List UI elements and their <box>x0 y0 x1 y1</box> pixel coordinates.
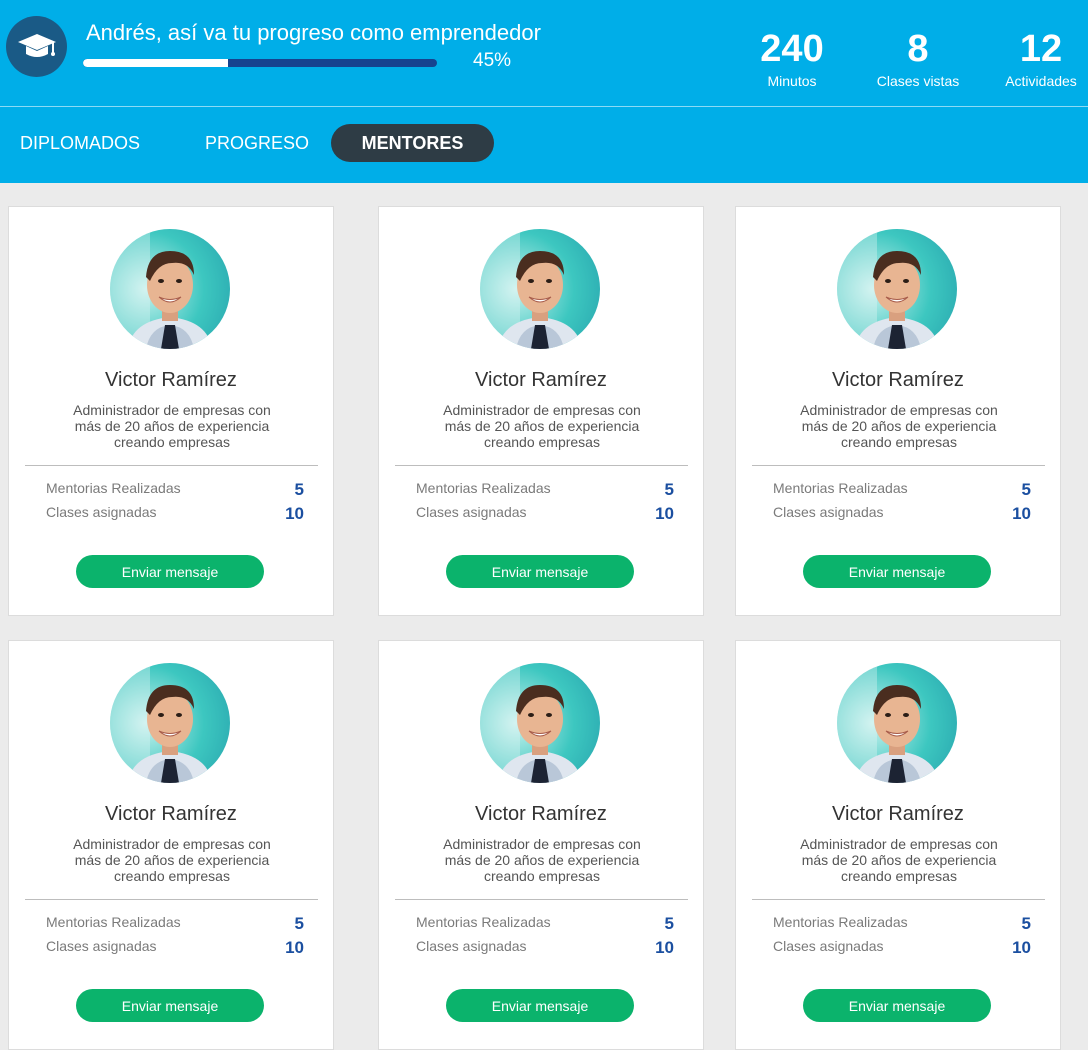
mentor-description: Administrador de empresas con más de 20 … <box>800 836 998 884</box>
send-message-button[interactable]: Enviar mensaje <box>76 989 264 1022</box>
clases-row: Clases asignadas 10 <box>46 938 304 958</box>
mentorias-row: Mentorias Realizadas 5 <box>773 914 1031 934</box>
graduation-cap-icon <box>17 33 56 57</box>
mentorias-value: 5 <box>664 480 674 499</box>
clases-row: Clases asignadas 10 <box>416 504 674 524</box>
mentor-card: Victor Ramírez Administrador de empresas… <box>378 640 704 1050</box>
mentor-photo <box>110 663 230 783</box>
mentor-description: Administrador de empresas con más de 20 … <box>800 402 998 450</box>
mentorias-row: Mentorias Realizadas 5 <box>416 480 674 500</box>
mentorias-value: 5 <box>664 914 674 933</box>
mentorias-label: Mentorias Realizadas <box>416 480 551 496</box>
clases-label: Clases asignadas <box>773 504 884 520</box>
mentorias-row: Mentorias Realizadas 5 <box>46 914 304 934</box>
stat-value: 8 <box>907 28 929 70</box>
clases-value: 10 <box>1012 504 1031 523</box>
clases-label: Clases asignadas <box>416 938 527 954</box>
mentor-card: Victor Ramírez Administrador de empresas… <box>8 206 334 616</box>
mentorias-label: Mentorias Realizadas <box>416 914 551 930</box>
mentor-name: Victor Ramírez <box>832 803 964 825</box>
card-divider <box>25 465 318 466</box>
mentor-name: Victor Ramírez <box>105 803 237 825</box>
card-divider <box>395 899 688 900</box>
stat-clases-vistas: 8 Clases vistas <box>863 26 973 90</box>
clases-row: Clases asignadas 10 <box>773 938 1031 958</box>
header-divider <box>0 106 1088 107</box>
mentorias-value: 5 <box>294 914 304 933</box>
mentor-name: Victor Ramírez <box>105 369 237 391</box>
clases-label: Clases asignadas <box>46 504 157 520</box>
progress-bar <box>83 59 437 67</box>
mentorias-row: Mentorias Realizadas 5 <box>46 480 304 500</box>
stat-actividades: 12 Actividades <box>986 26 1088 90</box>
mentor-description: Administrador de empresas con más de 20 … <box>443 402 641 450</box>
mentorias-label: Mentorias Realizadas <box>773 480 908 496</box>
mentor-photo <box>837 663 957 783</box>
avatar <box>480 663 600 783</box>
avatar <box>480 229 600 349</box>
clases-label: Clases asignadas <box>46 938 157 954</box>
mentorias-label: Mentorias Realizadas <box>46 914 181 930</box>
send-message-button[interactable]: Enviar mensaje <box>76 555 264 588</box>
clases-value: 10 <box>655 504 674 523</box>
card-divider <box>395 465 688 466</box>
mentor-photo <box>837 229 957 349</box>
mentor-name: Victor Ramírez <box>475 369 607 391</box>
send-message-button[interactable]: Enviar mensaje <box>446 989 634 1022</box>
tab-progreso[interactable]: PROGRESO <box>205 124 309 162</box>
mentor-card: Victor Ramírez Administrador de empresas… <box>735 640 1061 1050</box>
stat-minutos: 240 Minutos <box>737 26 847 90</box>
avatar <box>110 663 230 783</box>
mentor-name: Victor Ramírez <box>475 803 607 825</box>
mentorias-row: Mentorias Realizadas 5 <box>773 480 1031 500</box>
mentorias-label: Mentorias Realizadas <box>46 480 181 496</box>
send-message-button[interactable]: Enviar mensaje <box>803 989 991 1022</box>
avatar <box>837 663 957 783</box>
avatar <box>837 229 957 349</box>
card-divider <box>752 465 1045 466</box>
mentor-photo <box>480 663 600 783</box>
mentor-description: Administrador de empresas con más de 20 … <box>443 836 641 884</box>
stat-label: Clases vistas <box>876 73 960 89</box>
mentor-description: Administrador de empresas con más de 20 … <box>73 836 271 884</box>
mentor-card: Victor Ramírez Administrador de empresas… <box>735 206 1061 616</box>
mentor-name: Victor Ramírez <box>832 369 964 391</box>
stat-value: 12 <box>1019 28 1063 70</box>
avatar <box>110 229 230 349</box>
progress-percent: 45% <box>473 50 512 71</box>
progress-bar-fill <box>83 59 229 67</box>
clases-value: 10 <box>285 504 304 523</box>
tab-mentores[interactable]: MENTORES <box>331 124 494 162</box>
mentor-photo <box>110 229 230 349</box>
mentorias-row: Mentorias Realizadas 5 <box>416 914 674 934</box>
stat-value: 240 <box>760 28 824 70</box>
mentor-card: Victor Ramírez Administrador de empresas… <box>378 206 704 616</box>
mentor-card: Victor Ramírez Administrador de empresas… <box>8 640 334 1050</box>
clases-label: Clases asignadas <box>773 938 884 954</box>
progress-title: Andrés, así va tu progreso como emprende… <box>86 20 541 45</box>
send-message-button[interactable]: Enviar mensaje <box>803 555 991 588</box>
card-divider <box>752 899 1045 900</box>
mentor-photo <box>480 229 600 349</box>
clases-row: Clases asignadas 10 <box>416 938 674 958</box>
tab-diplomados[interactable]: DIPLOMADOS <box>20 124 140 162</box>
mentorias-value: 5 <box>294 480 304 499</box>
mentorias-value: 5 <box>1021 914 1031 933</box>
mentorias-label: Mentorias Realizadas <box>773 914 908 930</box>
clases-value: 10 <box>285 938 304 957</box>
clases-value: 10 <box>1012 938 1031 957</box>
mentor-description: Administrador de empresas con más de 20 … <box>73 402 271 450</box>
clases-value: 10 <box>655 938 674 957</box>
mentorias-value: 5 <box>1021 480 1031 499</box>
clases-row: Clases asignadas 10 <box>773 504 1031 524</box>
progress-header: Andrés, así va tu progreso como emprende… <box>0 0 1088 183</box>
clases-row: Clases asignadas 10 <box>46 504 304 524</box>
send-message-button[interactable]: Enviar mensaje <box>446 555 634 588</box>
graduation-badge <box>6 16 67 77</box>
clases-label: Clases asignadas <box>416 504 527 520</box>
stat-label: Minutos <box>767 73 817 89</box>
card-divider <box>25 899 318 900</box>
stat-label: Actividades <box>1005 73 1077 89</box>
